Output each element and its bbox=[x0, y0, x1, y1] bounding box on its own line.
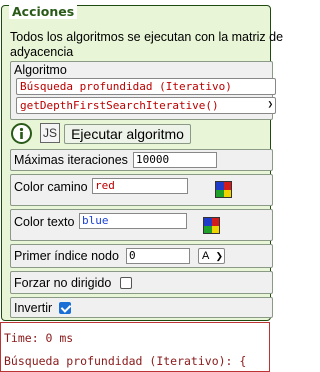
algorithm-box: Algoritmo Búsqueda profundidad (Iterativ… bbox=[10, 61, 276, 120]
run-algorithm-button[interactable]: Ejecutar algoritmo bbox=[64, 124, 191, 144]
js-button[interactable]: JS bbox=[40, 123, 60, 143]
path-color-row: Color camino red bbox=[10, 174, 273, 206]
description-line-2: adyacencia bbox=[10, 45, 74, 59]
max-iterations-row: Máximas iteraciones 10000 bbox=[10, 149, 273, 171]
actions-panel: Acciones Todos los algoritmos se ejecuta… bbox=[1, 4, 283, 321]
max-iterations-label: Máximas iteraciones bbox=[14, 153, 128, 167]
first-node-index-select[interactable]: A ❯ bbox=[198, 248, 225, 264]
js-label: JS bbox=[42, 126, 57, 140]
first-node-index-option: A bbox=[202, 250, 210, 262]
path-color-label: Color camino bbox=[14, 180, 88, 194]
color-picker-icon[interactable] bbox=[215, 181, 232, 198]
text-color-input[interactable]: blue bbox=[79, 213, 187, 229]
panel-description: Todos los algoritmos se ejecutan con la … bbox=[10, 30, 310, 60]
output-result-line: Búsqueda profundidad (Iterativo): { bbox=[4, 354, 247, 368]
first-node-index-input[interactable]: 0 bbox=[126, 248, 190, 264]
max-iterations-input[interactable]: 10000 bbox=[133, 152, 217, 168]
color-picker-icon[interactable] bbox=[203, 217, 220, 234]
force-undirected-label: Forzar no dirigido bbox=[14, 276, 112, 290]
force-undirected-checkbox[interactable] bbox=[120, 277, 132, 289]
algorithm-name-value: Búsqueda profundidad (Iterativo) bbox=[20, 80, 232, 93]
first-node-index-label: Primer índice nodo bbox=[14, 249, 119, 263]
text-color-label: Color texto bbox=[14, 215, 75, 229]
description-line-1: Todos los algoritmos se ejecutan con la … bbox=[10, 30, 284, 44]
info-icon[interactable] bbox=[11, 123, 32, 144]
path-color-input[interactable]: red bbox=[92, 178, 188, 194]
output-console[interactable]: Time: 0 ms Búsqueda profundidad (Iterati… bbox=[0, 322, 270, 372]
first-node-index-row: Primer índice nodo 0 A ❯ bbox=[10, 244, 273, 268]
algorithm-label: Algoritmo bbox=[14, 63, 67, 77]
invert-checkbox[interactable] bbox=[59, 302, 71, 314]
output-time-line: Time: 0 ms bbox=[4, 331, 74, 345]
invert-label: Invertir bbox=[14, 301, 53, 315]
algorithm-method-value: getDepthFirstSearchIterative() bbox=[20, 99, 219, 112]
chevron-down-icon: ❯ bbox=[215, 251, 223, 261]
algorithm-method-select[interactable]: getDepthFirstSearchIterative() ❯ bbox=[16, 97, 276, 114]
force-undirected-row: Forzar no dirigido bbox=[10, 271, 273, 294]
chevron-down-icon: ❯ bbox=[267, 100, 273, 110]
panel-legend: Acciones bbox=[9, 4, 78, 19]
invert-row: Invertir bbox=[10, 297, 273, 318]
algorithm-name-select[interactable]: Búsqueda profundidad (Iterativo) bbox=[16, 78, 276, 95]
run-algorithm-label: Ejecutar algoritmo bbox=[71, 126, 184, 142]
text-color-row: Color texto blue bbox=[10, 209, 273, 241]
